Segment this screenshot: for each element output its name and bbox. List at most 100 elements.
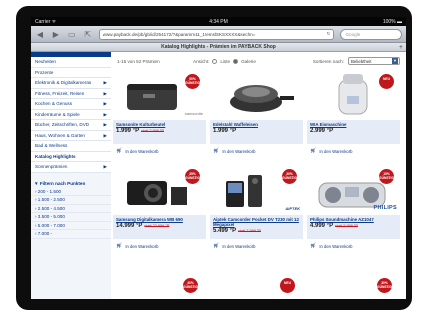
back-icon[interactable]: ◀ <box>35 30 45 39</box>
search-input[interactable]: Google <box>340 28 402 40</box>
product-info: WIA Eismaschine 2.999 °P <box>307 120 400 144</box>
sidebar-item[interactable]: Katalog Highlights <box>31 151 111 162</box>
view-list-radio[interactable] <box>212 58 218 64</box>
product-price: 1.999 °P <box>213 128 300 134</box>
discount-badge: 30% GÜNSTIGER <box>282 169 302 184</box>
brand-logo: samsonite <box>184 111 203 116</box>
product-card: 50% GÜNSTIGER samsonite Samsonite Kulturbe… <box>113 70 206 162</box>
category-sidebar: Neuheiten Prozente Elektronik & Digitalkam… <box>31 52 111 299</box>
product-image[interactable]: 15% GÜNSTIGER PHILIPS <box>307 165 400 215</box>
cart-icon: 🛒︎ <box>310 243 317 249</box>
product-price: 5.499 °P statt 7.999 °P <box>213 228 300 234</box>
sidebar-item[interactable]: Haus, Wohnen & Garten ▶ <box>31 130 111 141</box>
sidebar-item[interactable]: Elektronik & Digitalkameras ▶ <box>31 78 111 89</box>
chevron-right-icon: ▶ <box>103 122 107 127</box>
discount-badge: NEU <box>379 74 394 89</box>
sort-bar: 1-15 von 52 Prämien Ansicht: Liste Galer… <box>111 52 406 70</box>
sidebar-item[interactable]: Bad & Wellness <box>31 141 111 152</box>
reload-icon[interactable]: ↻ <box>327 31 331 37</box>
points-filter-item[interactable]: › 200 - 1.500 <box>31 188 111 197</box>
points-filter-item[interactable]: › 3.500 - 5.000 <box>31 213 111 222</box>
view-gallery-radio[interactable] <box>233 58 239 64</box>
product-price: 14.999 °P statt 22.999 °P <box>116 223 203 229</box>
forward-icon[interactable]: ▶ <box>51 30 61 39</box>
web-page: Neuheiten Prozente Elektronik & Digitalkam… <box>31 52 406 299</box>
cart-icon: 🛒︎ <box>116 148 123 154</box>
next-product-row: 40% GÜNSTIGER NEU 30% GÜNSTIGER <box>113 272 406 299</box>
share-icon[interactable]: ⇱ <box>83 30 93 39</box>
chevron-right-icon: ▶ <box>103 90 107 96</box>
sidebar-item[interactable]: Bücher, Zeitschriften, DVD ▶ <box>31 120 111 131</box>
page-title-bar: Katalog Highlights - Prämien im PAYBACK … <box>31 43 406 52</box>
product-name-link[interactable]: Aiptek Camcorder Pocket DV T230 mit 12 M… <box>213 217 300 227</box>
product-image[interactable] <box>210 70 303 120</box>
price-value: 5.499 °P <box>213 228 237 235</box>
price-value: 1.999 °P <box>116 128 140 135</box>
filter-title[interactable]: ▼ Filtern nach Punkten <box>31 180 111 188</box>
discount-badge: 50% GÜNSTIGER <box>185 74 205 89</box>
points-filter-item[interactable]: › 2.500 - 4.500 <box>31 205 111 214</box>
sort-select[interactable]: Beliebtheit ▼ <box>348 57 400 65</box>
status-time: 4:34 PM <box>209 18 228 25</box>
old-price: statt 2.999 °P <box>141 129 164 134</box>
price-value: 4.999 °P <box>310 223 334 230</box>
view-list-label[interactable]: Liste <box>220 59 230 64</box>
add-to-cart-link[interactable]: 🛒︎ In den Warenkorb <box>113 243 206 249</box>
sidebar-item-label: Neuheiten <box>35 59 56 64</box>
product-name-link[interactable]: Philips Soundmachine AZ1047 <box>310 217 397 222</box>
brand-logo: PHILIPS <box>373 205 397 211</box>
product-price: 1.999 °P statt 2.999 °P <box>116 128 203 134</box>
product-image[interactable]: 30% GÜNSTIGER AIPTEK <box>210 165 303 215</box>
product-price: 2.999 °P <box>310 128 397 134</box>
product-name-link[interactable]: WIA Eismaschine <box>310 122 397 127</box>
sidebar-item[interactable]: Kochen & Genuss ▶ <box>31 99 111 110</box>
product-name-link[interactable]: Samsonite Kulturbeutel <box>116 122 203 127</box>
sidebar-item[interactable]: Fitness, Freizeit, Reisen ▶ <box>31 88 111 99</box>
product-image[interactable]: NEU <box>307 70 400 120</box>
sidebar-item[interactable]: Prozente <box>31 67 111 78</box>
sidebar-item-label: Bücher, Zeitschriften, DVD <box>35 122 90 127</box>
product-image[interactable]: 35% GÜNSTIGER <box>113 165 206 215</box>
product-card: NEU WIA Eismaschine 2.999 °P 🛒︎ In den Waren… <box>307 70 400 162</box>
add-to-cart-link[interactable]: 🛒︎ In den Warenkorb <box>307 148 400 154</box>
address-url: www.payback.de/pb/gb/id/254172/?&paramm1… <box>102 31 256 37</box>
bookmarks-icon[interactable]: ▭ <box>67 30 77 39</box>
sort-label: Sortieren nach: <box>312 58 344 64</box>
add-to-cart-link[interactable]: 🛒︎ In den Warenkorb <box>210 148 303 154</box>
add-to-cart-link[interactable]: 🛒︎ In den Warenkorb <box>113 148 206 154</box>
product-image[interactable]: 50% GÜNSTIGER samsonite <box>113 70 206 120</box>
sidebar-item-label: Kinderräume & Spiele <box>35 111 80 117</box>
add-to-cart-label: In den Warenkorb <box>125 148 159 154</box>
address-bar[interactable]: www.payback.de/pb/gb/id/254172/?&paramm1… <box>98 28 335 40</box>
browser-toolbar: ◀ ▶ ▭ ⇱ www.payback.de/pb/gb/id/254172/?… <box>31 26 406 43</box>
add-to-cart-label: In den Warenkorb <box>222 243 256 249</box>
product-name-link[interactable]: Samsung Digitalkamera WB 690 <box>116 217 203 222</box>
product-name-link[interactable]: Edelstahl Waffeleisen <box>213 122 300 127</box>
waffle-iron-icon <box>230 85 294 112</box>
discount-badge: 30% GÜNSTIGER <box>377 278 397 293</box>
add-to-cart-label: In den Warenkorb <box>125 243 159 249</box>
points-filter-list: › 200 - 1.500 › 1.500 - 2.500 › 2.500 - 4.… <box>31 188 111 240</box>
points-filter-item[interactable]: › 5.000 - 7.000 <box>31 222 111 231</box>
chevron-down-icon: ▼ <box>392 58 398 64</box>
sidebar-item[interactable]: Neuheiten <box>31 57 111 68</box>
add-to-cart-label: In den Warenkorb <box>319 243 353 249</box>
discount-badge: 35% GÜNSTIGER <box>185 169 205 184</box>
sidebar-item[interactable]: Sonnenprämien ▶ <box>31 162 111 173</box>
add-to-cart-link[interactable]: 🛒︎ In den Warenkorb <box>307 243 400 249</box>
points-filter-item[interactable]: › 1.500 - 2.500 <box>31 196 111 205</box>
price-value: 14.999 °P <box>116 223 143 230</box>
new-tab-icon[interactable]: + <box>399 43 403 52</box>
sidebar-item[interactable]: Kinderräume & Spiele ▶ <box>31 109 111 120</box>
product-card: 35% GÜNSTIGER Samsung Digitalkamera WB 69… <box>113 165 206 257</box>
discount-badge: 40% GÜNSTIGER <box>183 278 203 293</box>
view-gallery-label[interactable]: Galerie <box>241 59 256 64</box>
discount-badge: NEU <box>280 278 295 293</box>
add-to-cart-link[interactable]: 🛒︎ In den Warenkorb <box>210 243 303 249</box>
cart-icon: 🛒︎ <box>310 148 317 154</box>
price-value: 2.999 °P <box>310 128 334 135</box>
points-filter-item[interactable]: › 7.000 - <box>31 230 111 240</box>
status-bar: Carrier ᯤ 4:34 PM 100% ▬ <box>31 17 406 26</box>
sidebar-item-label: Sonnenprämien <box>35 164 68 169</box>
add-to-cart-label: In den Warenkorb <box>319 148 353 154</box>
